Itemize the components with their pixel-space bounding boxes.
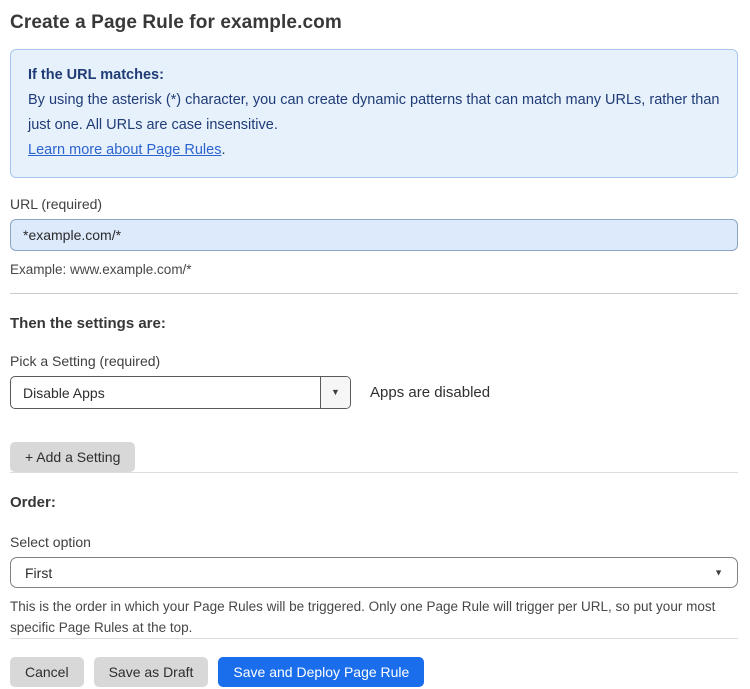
section-divider: [10, 638, 738, 639]
section-divider: [10, 472, 738, 473]
order-section: Order: Select option First ▼ This is the…: [10, 494, 738, 638]
pick-setting-label: Pick a Setting (required): [10, 353, 161, 369]
order-select[interactable]: First ▼: [10, 557, 738, 588]
add-setting-button[interactable]: + Add a Setting: [10, 442, 136, 472]
url-example-helper: Example: www.example.com/*: [10, 262, 192, 277]
url-match-info-box: If the URL matches: By using the asteris…: [10, 49, 738, 178]
order-helper-text: This is the order in which your Page Rul…: [10, 599, 716, 635]
url-field-label: URL (required): [10, 196, 103, 212]
section-divider: [10, 293, 738, 294]
settings-heading: Then the settings are:: [10, 315, 166, 332]
setting-select-value: Disable Apps: [23, 384, 105, 401]
order-select-value: First: [25, 564, 53, 581]
info-box-link-line: Learn more about Page Rules.: [28, 138, 720, 163]
info-box-heading: If the URL matches:: [28, 67, 164, 83]
actions-row: Cancel Save as Draft Save and Deploy Pag…: [10, 657, 738, 687]
chevron-down-icon: ▼: [714, 567, 723, 577]
select-option-label: Select option: [10, 534, 91, 550]
setting-select[interactable]: Disable Apps ▼: [10, 376, 351, 409]
save-as-draft-button[interactable]: Save as Draft: [93, 657, 209, 687]
save-and-deploy-button[interactable]: Save and Deploy Page Rule: [218, 657, 425, 687]
url-field-section: URL (required) Example: www.example.com/…: [10, 196, 738, 280]
settings-section: Then the settings are: Pick a Setting (r…: [10, 315, 738, 472]
cancel-button[interactable]: Cancel: [10, 657, 84, 687]
link-period: .: [221, 142, 226, 158]
chevron-down-icon: ▼: [331, 387, 340, 397]
setting-select-arrow-button[interactable]: ▼: [320, 377, 350, 408]
order-heading: Order:: [10, 494, 56, 511]
setting-status-text: Apps are disabled: [370, 384, 491, 401]
setting-row: Disable Apps ▼ Apps are disabled: [10, 376, 738, 409]
info-box-body: By using the asterisk (*) character, you…: [28, 92, 720, 133]
page-title: Create a Page Rule for example.com: [10, 12, 342, 33]
url-input[interactable]: [10, 219, 738, 251]
learn-more-link[interactable]: Learn more about Page Rules: [28, 142, 221, 158]
